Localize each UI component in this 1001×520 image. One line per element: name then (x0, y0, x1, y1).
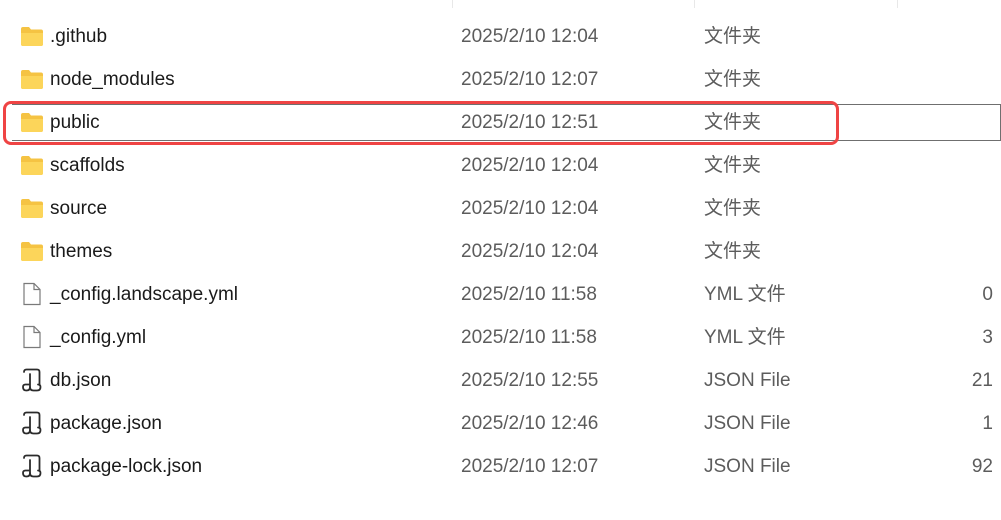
date-modified: 2025/2/10 12:04 (461, 155, 599, 176)
file-row[interactable]: db.json 2025/2/10 12:55 JSON File 21 (0, 359, 1001, 402)
date-modified: 2025/2/10 12:04 (461, 26, 599, 47)
column-separator[interactable] (694, 0, 695, 8)
file-type: YML 文件 (704, 284, 786, 305)
folder-icon (20, 112, 44, 133)
file-type: JSON File (704, 456, 791, 477)
file-row[interactable]: scaffolds 2025/2/10 12:04 文件夹 (0, 144, 1001, 187)
file-list: .github 2025/2/10 12:04 文件夹 node_modules… (0, 0, 1001, 520)
file-name: db.json (50, 370, 112, 391)
file-name: _config.landscape.yml (50, 284, 238, 305)
file-size: 3 (982, 327, 993, 348)
date-modified: 2025/2/10 12:04 (461, 198, 599, 219)
date-modified: 2025/2/10 12:04 (461, 241, 599, 262)
date-modified: 2025/2/10 11:58 (461, 284, 597, 305)
file-type: 文件夹 (704, 241, 762, 262)
file-row[interactable]: themes 2025/2/10 12:04 文件夹 (0, 230, 1001, 273)
file-name: node_modules (50, 69, 175, 90)
file-type: JSON File (704, 413, 791, 434)
file-row-selected[interactable]: public 2025/2/10 12:51 文件夹 (0, 101, 1001, 144)
date-modified: 2025/2/10 11:58 (461, 327, 597, 348)
file-size: 0 (982, 284, 993, 305)
file-type: 文件夹 (704, 112, 762, 133)
file-type: 文件夹 (704, 26, 762, 47)
date-modified: 2025/2/10 12:55 (461, 370, 599, 391)
date-modified: 2025/2/10 12:07 (461, 69, 599, 90)
file-name: .github (50, 26, 108, 47)
file-row[interactable]: node_modules 2025/2/10 12:07 文件夹 (0, 58, 1001, 101)
file-type: JSON File (704, 370, 791, 391)
json-file-icon (20, 454, 44, 478)
json-file-icon (20, 368, 44, 392)
file-name: source (50, 198, 108, 219)
folder-icon (20, 198, 44, 219)
file-row[interactable]: _config.landscape.yml 2025/2/10 11:58 YM… (0, 273, 1001, 316)
file-icon (20, 325, 44, 349)
file-name: scaffolds (50, 155, 125, 176)
column-separator[interactable] (897, 0, 898, 8)
file-type: YML 文件 (704, 327, 786, 348)
file-type: 文件夹 (704, 155, 762, 176)
date-modified: 2025/2/10 12:51 (461, 112, 599, 133)
folder-icon (20, 69, 44, 90)
file-size: 1 (982, 413, 993, 434)
file-name: public (50, 112, 100, 133)
file-name: package.json (50, 413, 162, 434)
file-row[interactable]: _config.yml 2025/2/10 11:58 YML 文件 3 (0, 316, 1001, 359)
file-row[interactable]: source 2025/2/10 12:04 文件夹 (0, 187, 1001, 230)
file-name: package-lock.json (50, 456, 203, 477)
file-name: _config.yml (50, 327, 147, 348)
file-name: themes (50, 241, 113, 262)
file-size: 21 (971, 370, 993, 391)
file-type: 文件夹 (704, 198, 762, 219)
date-modified: 2025/2/10 12:07 (461, 456, 599, 477)
file-icon (20, 282, 44, 306)
column-separator[interactable] (452, 0, 453, 8)
file-row[interactable]: .github 2025/2/10 12:04 文件夹 (0, 15, 1001, 58)
folder-icon (20, 155, 44, 176)
json-file-icon (20, 411, 44, 435)
file-row[interactable]: package-lock.json 2025/2/10 12:07 JSON F… (0, 445, 1001, 488)
file-size: 92 (971, 456, 993, 477)
folder-icon (20, 241, 44, 262)
file-type: 文件夹 (704, 69, 762, 90)
folder-icon (20, 26, 44, 47)
file-row[interactable]: package.json 2025/2/10 12:46 JSON File 1 (0, 402, 1001, 445)
date-modified: 2025/2/10 12:46 (461, 413, 599, 434)
